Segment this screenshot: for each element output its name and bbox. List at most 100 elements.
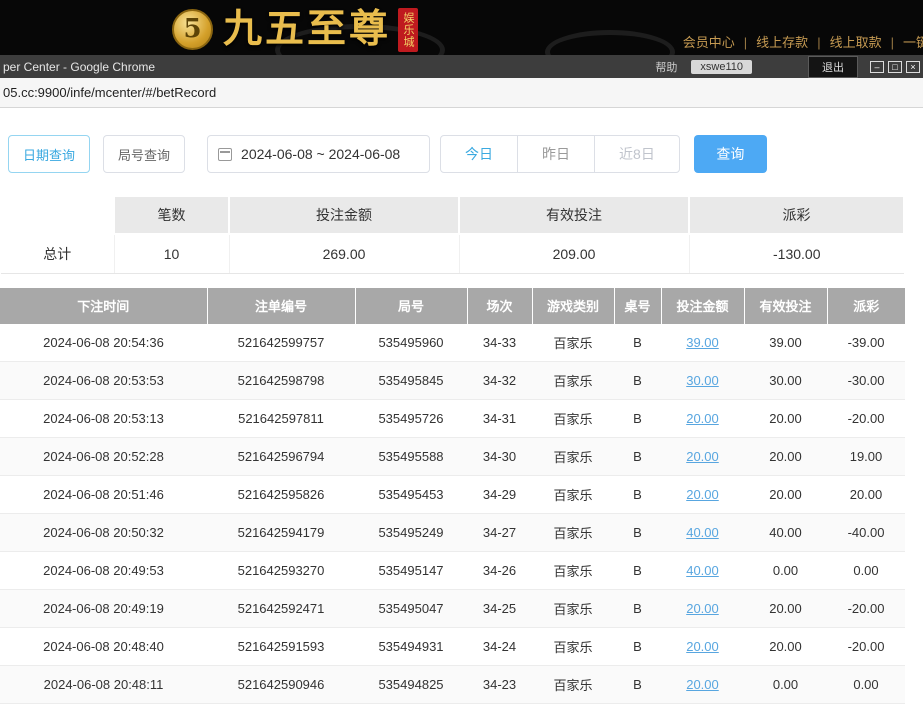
bet-time-cell: 2024-06-08 20:48:40 (0, 628, 207, 666)
payout-cell: 0.00 (827, 666, 905, 704)
bet-amount-link[interactable]: 30.00 (686, 373, 719, 388)
col-header-session: 场次 (467, 288, 532, 324)
bet-amount-cell[interactable]: 20.00 (661, 628, 744, 666)
bet-amount-link[interactable]: 20.00 (686, 487, 719, 502)
table-row: 2024-06-08 20:54:36521642599757535495960… (0, 324, 905, 362)
bet-amount-link[interactable]: 20.00 (686, 601, 719, 616)
session-cell: 34-33 (467, 324, 532, 362)
valid-bet-cell: 0.00 (744, 552, 827, 590)
round-id-cell: 535494825 (355, 666, 467, 704)
session-cell: 34-25 (467, 590, 532, 628)
address-bar[interactable]: 05.cc:9900/infe/mcenter/#/betRecord (0, 78, 923, 108)
session-cell: 34-24 (467, 628, 532, 666)
bet-amount-link[interactable]: 20.00 (686, 411, 719, 426)
logo-badge: 娱乐城 (398, 8, 418, 52)
col-header-bet-amount: 投注金额 (661, 288, 744, 324)
valid-bet-cell: 20.00 (744, 476, 827, 514)
game-type-cell: 百家乐 (532, 400, 614, 438)
bet-amount-cell[interactable]: 40.00 (661, 514, 744, 552)
close-icon[interactable]: × (906, 61, 920, 73)
order-id-cell: 521642597811 (207, 400, 355, 438)
order-id-cell: 521642593270 (207, 552, 355, 590)
logo-coin-icon: 5 (172, 9, 213, 50)
payout-cell: -20.00 (827, 628, 905, 666)
banner-ornament-icon (545, 30, 675, 55)
bet-amount-cell[interactable]: 39.00 (661, 324, 744, 362)
nav-withdraw[interactable]: 线上取款 (808, 32, 881, 51)
summary-count-value: 10 (114, 234, 229, 273)
valid-bet-cell: 20.00 (744, 628, 827, 666)
nav-one-key[interactable]: 一键 (882, 32, 923, 51)
game-type-cell: 百家乐 (532, 552, 614, 590)
round-id-cell: 535495249 (355, 514, 467, 552)
summary-table: 笔数 投注金额 有效投注 派彩 总计 10 269.00 209.00 -130… (0, 197, 905, 274)
bet-time-cell: 2024-06-08 20:49:53 (0, 552, 207, 590)
bet-table-body: 2024-06-08 20:54:36521642599757535495960… (0, 324, 905, 704)
bet-amount-cell[interactable]: 20.00 (661, 590, 744, 628)
valid-bet-cell: 40.00 (744, 514, 827, 552)
bet-time-cell: 2024-06-08 20:49:19 (0, 590, 207, 628)
today-button[interactable]: 今日 (440, 135, 518, 173)
date-range-picker[interactable]: 2024-06-08 ~ 2024-06-08 (207, 135, 430, 173)
summary-header-payout: 派彩 (689, 197, 904, 234)
bet-amount-link[interactable]: 20.00 (686, 677, 719, 692)
titlebar-right-cluster: 帮助 xswe110 退出 – □ × (655, 56, 923, 78)
bet-amount-cell[interactable]: 30.00 (661, 362, 744, 400)
valid-bet-cell: 20.00 (744, 438, 827, 476)
bet-amount-cell[interactable]: 20.00 (661, 476, 744, 514)
table-no-cell: B (614, 438, 661, 476)
logout-button[interactable]: 退出 (808, 56, 858, 78)
summary-valid-bet-value: 209.00 (459, 234, 689, 273)
nav-deposit[interactable]: 线上存款 (735, 32, 808, 51)
table-no-cell: B (614, 666, 661, 704)
minimize-icon[interactable]: – (870, 61, 884, 73)
table-no-cell: B (614, 476, 661, 514)
bet-amount-link[interactable]: 20.00 (686, 449, 719, 464)
order-id-cell: 521642595826 (207, 476, 355, 514)
bet-amount-link[interactable]: 20.00 (686, 639, 719, 654)
bet-time-cell: 2024-06-08 20:48:11 (0, 666, 207, 704)
nav-member-center[interactable]: 会员中心 (683, 32, 735, 51)
search-button[interactable]: 查询 (694, 135, 767, 173)
order-id-cell: 521642598798 (207, 362, 355, 400)
bet-time-cell: 2024-06-08 20:53:53 (0, 362, 207, 400)
maximize-icon[interactable]: □ (888, 61, 902, 73)
col-header-bet-time: 下注时间 (0, 288, 207, 324)
bet-amount-cell[interactable]: 20.00 (661, 666, 744, 704)
bet-amount-link[interactable]: 40.00 (686, 563, 719, 578)
bet-record-table: 下注时间 注单编号 局号 场次 游戏类别 桌号 投注金额 有效投注 派彩 202… (0, 288, 905, 705)
url-text[interactable]: 05.cc:9900/infe/mcenter/#/betRecord (0, 85, 216, 100)
table-no-cell: B (614, 400, 661, 438)
session-cell: 34-32 (467, 362, 532, 400)
yesterday-button[interactable]: 昨日 (517, 135, 595, 173)
round-id-cell: 535495726 (355, 400, 467, 438)
table-no-cell: B (614, 590, 661, 628)
bet-amount-link[interactable]: 40.00 (686, 525, 719, 540)
bet-amount-link[interactable]: 39.00 (686, 335, 719, 350)
table-no-cell: B (614, 324, 661, 362)
round-id-cell: 535495453 (355, 476, 467, 514)
banner-nav: 会员中心 线上存款 线上取款 一键 (683, 32, 923, 51)
game-type-cell: 百家乐 (532, 438, 614, 476)
username-label: xswe110 (691, 60, 752, 74)
valid-bet-cell: 20.00 (744, 590, 827, 628)
window-title: per Center - Google Chrome (3, 60, 155, 74)
game-type-cell: 百家乐 (532, 590, 614, 628)
last-8-days-button[interactable]: 近8日 (594, 135, 680, 173)
help-link[interactable]: 帮助 (655, 59, 677, 75)
payout-cell: -40.00 (827, 514, 905, 552)
bet-amount-cell[interactable]: 40.00 (661, 552, 744, 590)
tab-round-query[interactable]: 局号查询 (103, 135, 185, 173)
site-banner: 5 九五至尊 娱乐城 会员中心 线上存款 线上取款 一键 (0, 0, 923, 55)
summary-header-count: 笔数 (114, 197, 229, 234)
round-id-cell: 535495588 (355, 438, 467, 476)
session-cell: 34-26 (467, 552, 532, 590)
site-logo: 5 九五至尊 娱乐城 (172, 6, 418, 52)
tab-date-query[interactable]: 日期查询 (8, 135, 90, 173)
session-cell: 34-27 (467, 514, 532, 552)
bet-amount-cell[interactable]: 20.00 (661, 438, 744, 476)
filter-toolbar: 日期查询 局号查询 2024-06-08 ~ 2024-06-08 今日 昨日 … (8, 135, 923, 173)
bet-time-cell: 2024-06-08 20:54:36 (0, 324, 207, 362)
payout-cell: -20.00 (827, 590, 905, 628)
bet-amount-cell[interactable]: 20.00 (661, 400, 744, 438)
